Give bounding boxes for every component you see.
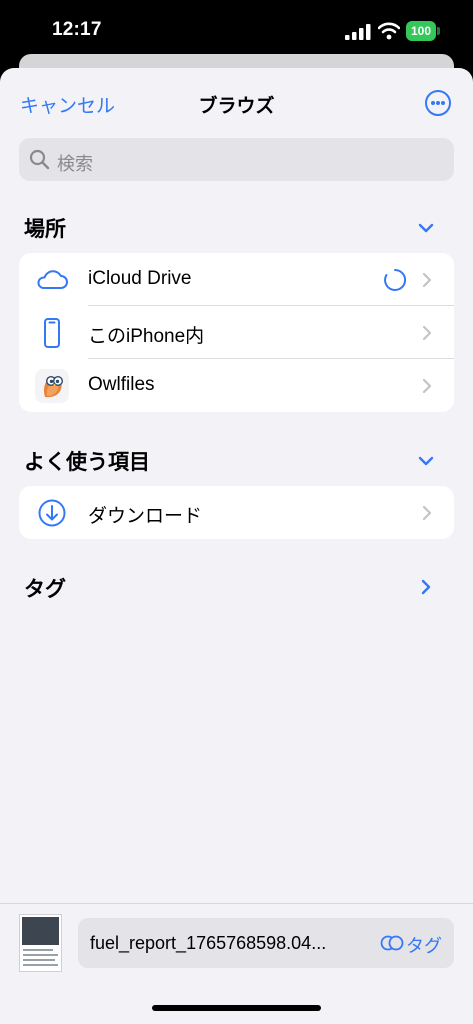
screen: 12:17 100 ブラウズ キャンセル 検索 場所 iCloud Drive …: [0, 0, 473, 1024]
file-name: fuel_report_1765768598.04...: [90, 933, 327, 953]
search-placeholder: 検索: [57, 154, 93, 174]
battery-level: 100: [406, 21, 436, 41]
status-bar: 12:17 100: [0, 0, 473, 56]
section-title-locations: 場所: [24, 218, 66, 241]
chevron-right-icon[interactable]: [418, 579, 434, 595]
more-dot-icon: [436, 101, 440, 105]
thumbnail-text-line: [23, 959, 55, 961]
list-item-label: Owlfiles: [88, 374, 155, 395]
list-item-label: このiPhone内: [88, 326, 205, 347]
more-dot-icon: [431, 101, 435, 105]
iphone-icon: [44, 318, 60, 348]
search-icon: [29, 149, 50, 170]
section-title-favorites: よく使う項目: [24, 451, 150, 474]
list-item-owlfiles[interactable]: Owlfiles: [19, 359, 454, 412]
tag-button[interactable]: タグ: [406, 932, 442, 958]
thumbnail-text-line: [23, 954, 58, 956]
locations-list: iCloud Drive このiPhone内 Owlfiles: [19, 253, 454, 412]
list-item-label: iCloud Drive: [88, 268, 192, 289]
thumbnail-text-line: [23, 949, 53, 951]
list-item-icloud-drive[interactable]: iCloud Drive: [19, 253, 454, 306]
download-icon: [38, 499, 66, 527]
section-title-tags: タグ: [24, 578, 66, 601]
chevron-down-icon[interactable]: [418, 453, 434, 469]
list-item-downloads[interactable]: ダウンロード: [19, 486, 454, 539]
search-field[interactable]: 検索: [19, 138, 454, 181]
chevron-right-icon: [422, 325, 432, 341]
battery-cap: [437, 27, 440, 35]
chevron-down-icon[interactable]: [418, 220, 434, 236]
favorites-list: ダウンロード: [19, 486, 454, 539]
file-name-field[interactable]: fuel_report_1765768598.04... タグ: [78, 918, 454, 968]
list-item-label: ダウンロード: [88, 506, 203, 527]
file-thumbnail[interactable]: [19, 914, 62, 972]
sync-progress-icon: [384, 268, 407, 291]
status-time: 12:17: [52, 19, 102, 40]
thumbnail-photo: [22, 917, 59, 945]
more-dot-icon: [441, 101, 445, 105]
owlfiles-icon: [35, 369, 69, 403]
chevron-right-icon: [422, 378, 432, 394]
thumbnail-text-line: [23, 964, 58, 966]
browse-sheet: ブラウズ キャンセル 検索 場所 iCloud Drive このiPhone内 …: [0, 68, 473, 1024]
tag-icon[interactable]: [380, 935, 404, 951]
icloud-icon: [37, 270, 68, 289]
chevron-right-icon: [422, 505, 432, 521]
cellular-signal-icon: [345, 24, 371, 40]
more-options-button[interactable]: [425, 90, 451, 116]
list-item-this-iphone[interactable]: このiPhone内: [19, 306, 454, 359]
home-indicator[interactable]: [152, 1005, 321, 1011]
wifi-icon: [378, 22, 400, 40]
chevron-right-icon: [422, 272, 432, 288]
battery-icon: 100: [406, 21, 440, 41]
cancel-button[interactable]: キャンセル: [20, 91, 115, 118]
